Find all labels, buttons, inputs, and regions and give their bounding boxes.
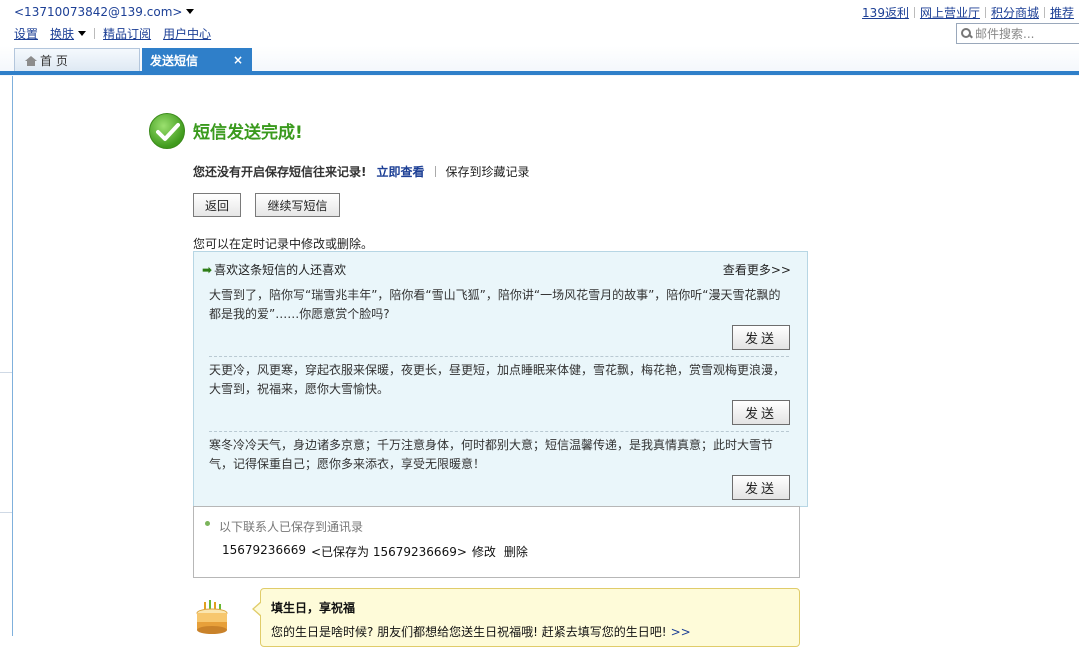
bullet-icon bbox=[205, 521, 210, 526]
left-frame bbox=[0, 76, 13, 666]
top-bar: <13710073842@139.com> 设置 换肤 精品订阅 用户中心 13… bbox=[0, 0, 1079, 46]
tab-send-sms-label: 发送短信 bbox=[150, 53, 199, 68]
birthday-cake-icon bbox=[195, 600, 229, 636]
saved-contact-row: 15679236669 <已保存为 15679236669> 修改 删除 bbox=[222, 543, 536, 560]
list-item: 寒冬冷冷天气，身边诸多京意；千万注意身体，何时都别大意；短信温馨传递，是我真情真… bbox=[209, 436, 790, 500]
recommend-panel: ➡ 喜欢这条短信的人还喜欢 查看更多>> 大雪到了，陪你写“瑞雪兆丰年”，陪你看… bbox=[193, 251, 808, 507]
list-item: 大雪到了，陪你写“瑞雪兆丰年”，陪你看“雪山飞狐”，陪你讲“一场风花雪月的故事”… bbox=[209, 286, 790, 357]
divider bbox=[209, 431, 789, 432]
skin-link[interactable]: 换肤 bbox=[50, 25, 74, 42]
saved-contacts-title: 以下联系人已保存到通讯录 bbox=[219, 520, 364, 534]
birthday-title: 填生日，享祝福 bbox=[271, 601, 356, 615]
sms-text: 寒冬冷冷天气，身边诸多京意；千万注意身体，何时都别大意；短信温馨传递，是我真情真… bbox=[209, 438, 774, 471]
continue-writing-button[interactable]: 继续写短信 bbox=[255, 193, 340, 217]
account-switcher[interactable]: <13710073842@139.com> bbox=[14, 5, 195, 19]
success-check-icon bbox=[149, 113, 185, 149]
birthday-text-row: 您的生日是啥时候? 朋友们都想给您送生日祝福哦! 赶紧去填写您的生日吧! >> bbox=[271, 623, 691, 640]
divider bbox=[434, 166, 436, 177]
user-center-link[interactable]: 用户中心 bbox=[163, 25, 211, 42]
tab-underline bbox=[0, 71, 1079, 75]
close-icon[interactable]: × bbox=[233, 53, 243, 67]
list-item: 天更冷，风更寒，穿起衣服来保暖，夜更长，昼更短，加点睡眠来体健，雪花飘，梅花艳，… bbox=[209, 361, 790, 432]
search-input[interactable] bbox=[975, 26, 1075, 41]
send-button[interactable]: 发送 bbox=[732, 325, 790, 350]
save-favorite-link[interactable]: 保存到珍藏记录 bbox=[446, 163, 530, 180]
sms-text: 大雪到了，陪你写“瑞雪兆丰年”，陪你看“雪山飞狐”，陪你讲“一场风花雪月的故事”… bbox=[209, 288, 781, 321]
top-links: 设置 换肤 精品订阅 用户中心 bbox=[14, 25, 211, 42]
online-hall-link[interactable]: 网上营业厅 bbox=[915, 4, 985, 21]
schedule-note: 您可以在定时记录中修改或删除。 bbox=[193, 237, 374, 251]
recommend-link[interactable]: 推荐 bbox=[1045, 4, 1079, 21]
divider bbox=[209, 356, 789, 357]
view-now-link[interactable]: 立即查看 bbox=[376, 163, 424, 180]
page-title: 短信发送完成! bbox=[193, 123, 303, 143]
rebate-link[interactable]: 139返利 bbox=[857, 4, 914, 21]
delete-contact-link[interactable]: 删除 bbox=[504, 543, 528, 560]
tab-bar: 首 页 发送短信 × bbox=[0, 46, 1079, 76]
subscribe-link[interactable]: 精品订阅 bbox=[103, 25, 151, 42]
recommend-header: ➡ 喜欢这条短信的人还喜欢 bbox=[202, 261, 346, 278]
tab-home[interactable]: 首 页 bbox=[14, 48, 140, 72]
send-button[interactable]: 发送 bbox=[732, 475, 790, 500]
divider bbox=[94, 28, 96, 39]
chevron-down-icon bbox=[186, 9, 195, 14]
send-button[interactable]: 发送 bbox=[732, 400, 790, 425]
mail-search bbox=[956, 23, 1079, 44]
chevron-down-icon[interactable] bbox=[78, 31, 87, 36]
tab-home-label: 首 页 bbox=[40, 54, 68, 68]
view-more-link[interactable]: 查看更多>> bbox=[723, 261, 791, 278]
right-links: 139返利 网上营业厅 积分商城 推荐 bbox=[857, 4, 1079, 21]
notice-text: 您还没有开启保存短信往来记录! bbox=[193, 165, 367, 179]
arrow-right-icon: ➡ bbox=[202, 262, 213, 277]
contact-number: 15679236669 bbox=[222, 543, 306, 557]
tab-send-sms[interactable]: 发送短信 × bbox=[142, 48, 252, 72]
sms-text: 天更冷，风更寒，穿起衣服来保暖，夜更长，昼更短，加点睡眠来体健，雪花飘，梅花艳，… bbox=[209, 363, 786, 396]
birthday-tip: 填生日，享祝福 您的生日是啥时候? 朋友们都想给您送生日祝福哦! 赶紧去填写您的… bbox=[252, 588, 800, 647]
edit-contact-link[interactable]: 修改 bbox=[472, 543, 496, 560]
recommend-title: 喜欢这条短信的人还喜欢 bbox=[214, 263, 347, 277]
saved-contacts-box: 以下联系人已保存到通讯录 15679236669 <已保存为 156792366… bbox=[193, 506, 800, 578]
settings-link[interactable]: 设置 bbox=[14, 25, 38, 42]
save-record-notice: 您还没有开启保存短信往来记录! 立即查看 保存到珍藏记录 bbox=[193, 163, 530, 180]
points-mall-link[interactable]: 积分商城 bbox=[986, 4, 1044, 21]
birthday-fill-link[interactable]: >> bbox=[671, 625, 691, 639]
birthday-text: 您的生日是啥时候? 朋友们都想给您送生日祝福哦! 赶紧去填写您的生日吧! bbox=[271, 625, 667, 639]
account-label: <13710073842@139.com> bbox=[14, 5, 183, 19]
search-icon bbox=[961, 28, 972, 39]
saved-as-label: <已保存为 15679236669> bbox=[310, 545, 467, 559]
back-button[interactable]: 返回 bbox=[193, 193, 241, 217]
home-icon bbox=[25, 55, 37, 66]
